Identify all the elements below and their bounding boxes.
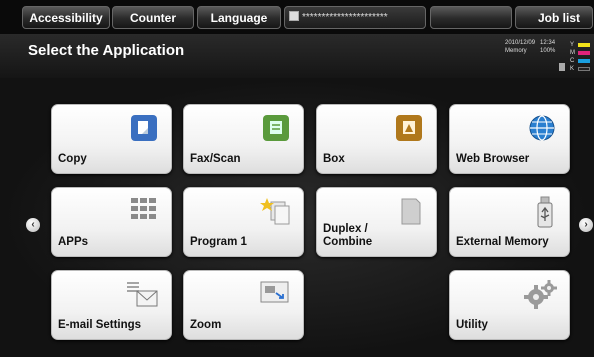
toner-y: Y xyxy=(570,41,594,49)
duplex-label-line2: Combine xyxy=(323,236,373,248)
blank-button[interactable] xyxy=(430,6,512,29)
zoom-icon xyxy=(260,281,289,303)
app-email-settings[interactable]: E-mail Settings xyxy=(51,270,172,340)
program-icon xyxy=(260,198,290,225)
time-text: 12:34 xyxy=(540,40,556,46)
memory-value: 100% xyxy=(540,48,556,54)
usb-icon xyxy=(537,196,553,228)
gear-icon xyxy=(524,280,557,309)
copy-icon xyxy=(131,115,157,141)
email-icon xyxy=(127,282,158,307)
app-duplex-combine[interactable]: Duplex / Combine xyxy=(316,187,437,257)
counter-button[interactable]: Counter xyxy=(112,6,194,29)
app-copy-label: Copy xyxy=(58,153,87,165)
previous-page-button[interactable]: ‹ xyxy=(26,218,40,232)
app-email-settings-label: E-mail Settings xyxy=(58,319,142,331)
app-apps[interactable]: APPs xyxy=(51,187,172,257)
app-zoom-label: Zoom xyxy=(190,319,222,331)
user-field-text: ********************** xyxy=(302,12,388,23)
box-icon xyxy=(396,115,422,141)
job-list-button[interactable]: Job list xyxy=(515,6,593,29)
date-text: 2010/12/09 xyxy=(505,40,536,46)
header: Select the Application 2010/12/09 12:34 … xyxy=(0,34,594,78)
app-box-label: Box xyxy=(323,153,345,165)
toner-levels: Y M C K xyxy=(570,41,594,73)
accessibility-button[interactable]: Accessibility xyxy=(22,6,110,29)
app-external-memory[interactable]: External Memory xyxy=(449,187,570,257)
apps-grid-icon xyxy=(131,198,156,219)
user-field[interactable]: ********************** xyxy=(284,6,426,29)
app-grid: Copy Fax/Scan Box Web Browser APPs Progr… xyxy=(0,78,594,357)
app-program-1-label: Program 1 xyxy=(190,236,247,248)
app-fax-scan-label: Fax/Scan xyxy=(190,153,241,165)
toner-m: M xyxy=(570,49,594,57)
app-utility-label: Utility xyxy=(456,319,488,331)
page-title: Select the Application xyxy=(28,42,185,59)
next-page-button[interactable]: › xyxy=(579,218,593,232)
app-external-memory-label: External Memory xyxy=(456,236,549,248)
app-utility[interactable]: Utility xyxy=(449,270,570,340)
app-program-1[interactable]: Program 1 xyxy=(183,187,304,257)
toner-k: K xyxy=(570,65,594,73)
fax-scan-icon xyxy=(263,115,289,141)
app-apps-label: APPs xyxy=(58,236,89,248)
app-web-browser-label: Web Browser xyxy=(456,153,530,165)
app-duplex-combine-label: Duplex / Combine xyxy=(323,223,372,249)
toner-c: C xyxy=(570,57,594,65)
language-button[interactable]: Language xyxy=(197,6,281,29)
app-fax-scan[interactable]: Fax/Scan xyxy=(183,104,304,174)
app-box[interactable]: Box xyxy=(316,104,437,174)
memory-label: Memory xyxy=(505,48,527,54)
app-copy[interactable]: Copy xyxy=(51,104,172,174)
app-web-browser[interactable]: Web Browser xyxy=(449,104,570,174)
duplex-icon xyxy=(401,198,421,225)
top-bar: Accessibility Counter Language *********… xyxy=(0,0,594,34)
status-readout: 2010/12/09 12:34 Memory 100% xyxy=(505,39,555,55)
web-browser-icon xyxy=(529,115,555,141)
app-zoom[interactable]: Zoom xyxy=(183,270,304,340)
duplex-label-line1: Duplex / xyxy=(323,223,368,235)
memory-icon xyxy=(559,63,565,71)
user-icon xyxy=(289,11,299,21)
